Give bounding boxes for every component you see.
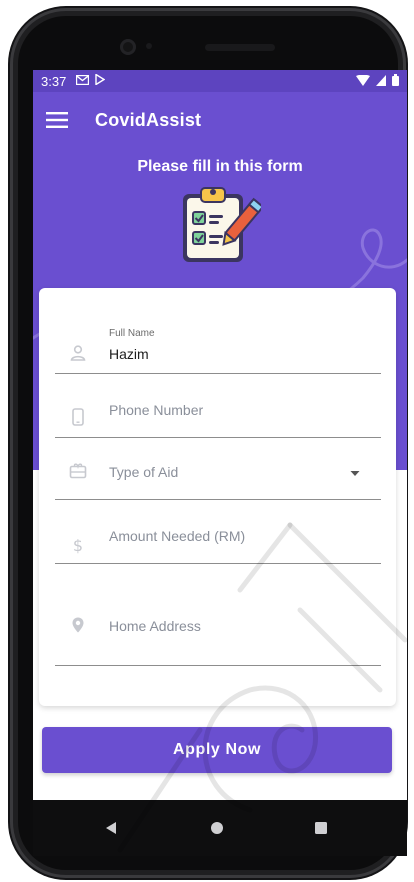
home-icon[interactable]	[207, 818, 227, 838]
location-pin-icon	[69, 616, 87, 634]
earpiece-speaker	[205, 44, 275, 51]
status-right-icons	[356, 73, 399, 89]
home-address-placeholder: Home Address	[109, 618, 201, 634]
android-nav-bar	[33, 800, 407, 856]
app-bar: CovidAssist	[33, 92, 407, 148]
full-name-field[interactable]: Full Name Hazim	[55, 324, 381, 374]
proximity-sensor	[146, 43, 152, 49]
form-card: Full Name Hazim Phone Number Type of Aid…	[39, 288, 396, 706]
recents-icon[interactable]	[311, 818, 331, 838]
phone-number-placeholder: Phone Number	[109, 402, 204, 418]
app-screen: 3:37 CovidAssist Please fill in this for…	[33, 70, 407, 800]
full-name-label: Full Name	[109, 328, 155, 339]
home-address-field[interactable]: Home Address	[55, 578, 381, 666]
amount-needed-placeholder: Amount Needed (RM)	[109, 528, 246, 544]
wifi-icon	[356, 74, 370, 89]
status-bar: 3:37	[33, 70, 407, 92]
app-title: CovidAssist	[95, 109, 202, 130]
gift-card-icon	[69, 462, 87, 480]
type-of-aid-dropdown[interactable]: Type of Aid	[55, 450, 381, 500]
form-heading: Please fill in this form	[137, 158, 303, 175]
clipboard-checklist-icon	[183, 187, 261, 262]
amount-needed-field[interactable]: $ Amount Needed (RM)	[55, 514, 381, 564]
signal-icon	[376, 74, 386, 89]
apply-now-button[interactable]: Apply Now	[42, 727, 392, 773]
type-of-aid-placeholder: Type of Aid	[109, 464, 179, 480]
person-icon	[69, 344, 87, 362]
status-time: 3:37	[41, 73, 67, 89]
dollar-icon: $	[69, 536, 87, 554]
dropdown-arrow-icon[interactable]	[349, 467, 361, 479]
svg-text:$: $	[73, 536, 83, 554]
full-name-value[interactable]: Hazim	[109, 346, 149, 362]
back-icon[interactable]	[101, 818, 121, 838]
phone-number-field[interactable]: Phone Number	[55, 388, 381, 438]
front-camera	[120, 39, 136, 55]
battery-icon	[392, 73, 399, 89]
gmail-notification-icon	[76, 74, 90, 88]
phone-icon	[69, 408, 87, 426]
play-store-notification-icon	[95, 73, 106, 88]
hamburger-menu-icon[interactable]	[45, 108, 69, 132]
